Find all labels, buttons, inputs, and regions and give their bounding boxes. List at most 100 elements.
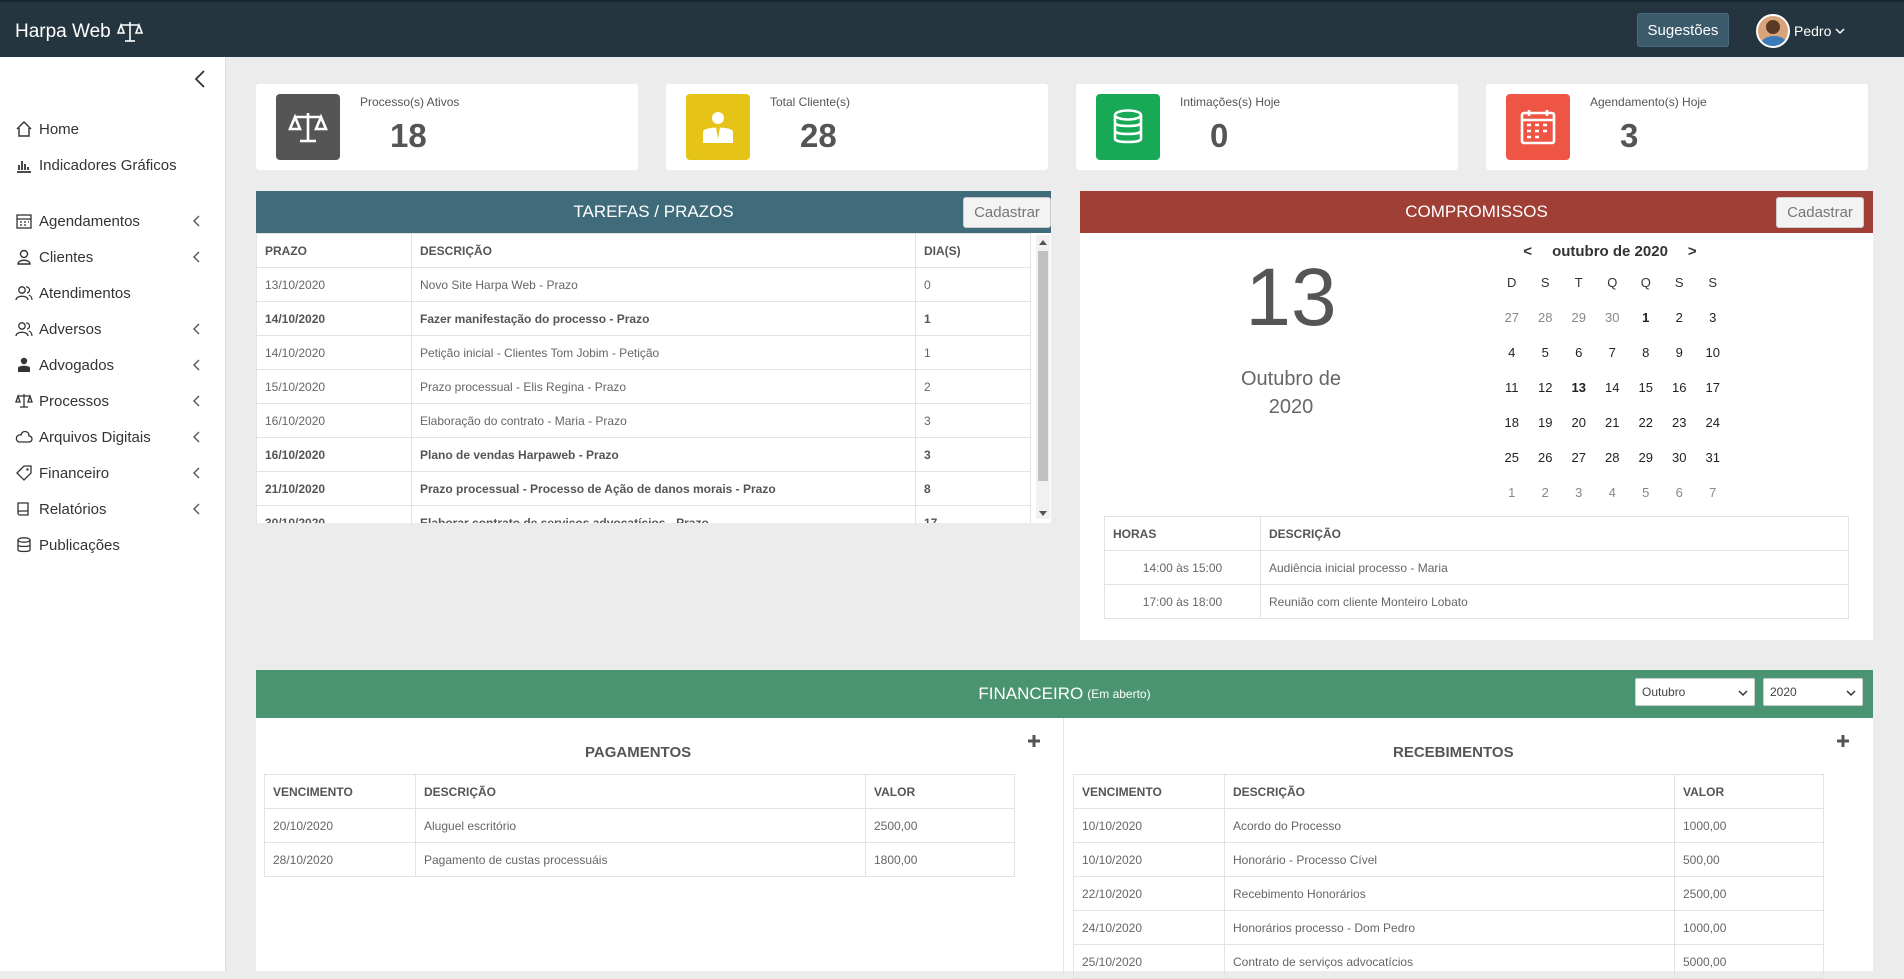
table-row[interactable]: 10/10/2020 Acordo do Processo 1000,00 bbox=[1073, 808, 1824, 843]
sidebar-item-advogados[interactable]: Advogados bbox=[0, 347, 226, 383]
sidebar-item-arquivos-digitais[interactable]: Arquivos Digitais bbox=[0, 419, 226, 455]
calendar-day[interactable]: 29 bbox=[1562, 300, 1596, 335]
calendar-day[interactable]: 5 bbox=[1629, 475, 1663, 510]
calendar-day[interactable]: 25 bbox=[1495, 440, 1529, 475]
calendar-day[interactable]: 12 bbox=[1529, 370, 1563, 405]
table-row[interactable]: 15/10/2020 Prazo processual - Elis Regina… bbox=[256, 369, 1031, 404]
calendar-day[interactable]: 16 bbox=[1663, 370, 1697, 405]
calendar-day[interactable]: 21 bbox=[1596, 405, 1630, 440]
year-select[interactable]: 2020 bbox=[1763, 678, 1863, 706]
user-menu[interactable]: Pedro bbox=[1756, 14, 1845, 48]
table-row[interactable]: 24/10/2020 Honorários processo - Dom Pedr… bbox=[1073, 910, 1824, 945]
sidebar-item-adversos[interactable]: Adversos bbox=[0, 311, 226, 347]
calendar-day[interactable]: 6 bbox=[1663, 475, 1697, 510]
cell-descricao: Acordo do Processo bbox=[1224, 808, 1675, 843]
brand-logo[interactable]: Harpa Web bbox=[15, 19, 143, 45]
sidebar-item-agendamentos[interactable]: Agendamentos bbox=[0, 203, 226, 239]
stat-card[interactable]: Processo(s) Ativos 18 bbox=[256, 84, 638, 170]
sidebar-item-home[interactable]: Home bbox=[0, 111, 226, 147]
tarefas-cadastrar-button[interactable]: Cadastrar bbox=[963, 197, 1051, 228]
scroll-thumb[interactable] bbox=[1038, 251, 1048, 481]
calendar-next-button[interactable]: > bbox=[1688, 243, 1697, 260]
suggestions-button[interactable]: Sugestões bbox=[1637, 13, 1729, 47]
calendar-day[interactable]: 14 bbox=[1596, 370, 1630, 405]
calendar-day[interactable]: 30 bbox=[1596, 300, 1630, 335]
calendar-day[interactable]: 2 bbox=[1529, 475, 1563, 510]
table-row[interactable]: 25/10/2020 Contrato de serviços advocatíc… bbox=[1073, 944, 1824, 979]
sidebar-item-atendimentos[interactable]: Atendimentos bbox=[0, 275, 226, 311]
tarefas-table-wrapper[interactable]: PRAZO DESCRIÇÃO DIA(S) 13/10/2020 Novo Si… bbox=[256, 233, 1031, 523]
stat-value: 18 bbox=[390, 117, 427, 154]
calendar-day[interactable]: 8 bbox=[1629, 335, 1663, 370]
chevron-left-icon bbox=[193, 323, 200, 335]
calendar-day[interactable]: 28 bbox=[1529, 300, 1563, 335]
sidebar-item-financeiro[interactable]: Financeiro bbox=[0, 455, 226, 491]
calendar-day[interactable]: 7 bbox=[1596, 335, 1630, 370]
cell-descricao: Plano de vendas Harpaweb - Prazo bbox=[411, 437, 916, 472]
table-row[interactable]: 30/10/2020 Elaborar contrato de serviços … bbox=[256, 505, 1031, 523]
stat-card[interactable]: Total Cliente(s) 28 bbox=[666, 84, 1048, 170]
calendar-day[interactable]: 27 bbox=[1562, 440, 1596, 475]
table-row[interactable]: 28/10/2020 Pagamento de custas processuái… bbox=[264, 842, 1015, 877]
calendar-day[interactable]: 11 bbox=[1495, 370, 1529, 405]
scroll-down-icon[interactable] bbox=[1039, 511, 1047, 516]
table-row[interactable]: 17:00 às 18:00 Reunião com cliente Montei… bbox=[1104, 584, 1849, 619]
sidebar-item-processos[interactable]: Processos bbox=[0, 383, 226, 419]
calendar-day[interactable]: 18 bbox=[1495, 405, 1529, 440]
compromissos-cadastrar-button[interactable]: Cadastrar bbox=[1776, 197, 1864, 228]
scroll-up-icon[interactable] bbox=[1039, 240, 1047, 245]
calendar-day[interactable]: 1 bbox=[1629, 300, 1663, 335]
table-row[interactable]: 14/10/2020 Fazer manifestação do processo… bbox=[256, 301, 1031, 336]
calendar-prev-button[interactable]: < bbox=[1523, 243, 1532, 260]
calendar-day[interactable]: 5 bbox=[1529, 335, 1563, 370]
sidebar-item-relat-rios[interactable]: Relatórios bbox=[0, 491, 226, 527]
calendar-day[interactable]: 24 bbox=[1696, 405, 1730, 440]
calendar-day[interactable]: 4 bbox=[1596, 475, 1630, 510]
sidebar-item-indicadores-gr-ficos[interactable]: Indicadores Gráficos bbox=[0, 147, 226, 183]
table-row[interactable]: 14:00 às 15:00 Audiência inicial processo… bbox=[1104, 550, 1849, 585]
sidebar-item-publica-es[interactable]: Publicações bbox=[0, 527, 226, 563]
calendar-day[interactable]: 19 bbox=[1529, 405, 1563, 440]
calendar-day[interactable]: 26 bbox=[1529, 440, 1563, 475]
table-row[interactable]: 16/10/2020 Elaboração do contrato - Maria… bbox=[256, 403, 1031, 438]
calendar-day[interactable]: 13 bbox=[1562, 370, 1596, 405]
calendar-day[interactable]: 29 bbox=[1629, 440, 1663, 475]
compromissos-table-wrapper: HORAS DESCRIÇÃO 14:00 às 15:00 Audiência … bbox=[1104, 516, 1849, 619]
table-row[interactable]: 20/10/2020 Aluguel escritório 2500,00 bbox=[264, 808, 1015, 843]
table-row[interactable]: 13/10/2020 Novo Site Harpa Web - Prazo 0 bbox=[256, 267, 1031, 302]
table-row[interactable]: 14/10/2020 Petição inicial - Clientes Tom… bbox=[256, 335, 1031, 370]
calendar-day[interactable]: 7 bbox=[1696, 475, 1730, 510]
table-row[interactable]: 21/10/2020 Prazo processual - Processo de… bbox=[256, 471, 1031, 506]
table-row[interactable]: 16/10/2020 Plano de vendas Harpaweb - Pra… bbox=[256, 437, 1031, 472]
calendar-day[interactable]: 31 bbox=[1696, 440, 1730, 475]
calendar-day[interactable]: 28 bbox=[1596, 440, 1630, 475]
calendar-day[interactable]: 4 bbox=[1495, 335, 1529, 370]
calendar-day[interactable]: 17 bbox=[1696, 370, 1730, 405]
calendar-day[interactable]: 30 bbox=[1663, 440, 1697, 475]
calendar-day[interactable]: 1 bbox=[1495, 475, 1529, 510]
month-select[interactable]: Outubro bbox=[1635, 678, 1755, 706]
collapse-sidebar-icon[interactable] bbox=[192, 69, 208, 89]
calendar-day[interactable]: 20 bbox=[1562, 405, 1596, 440]
calendar-day[interactable]: 23 bbox=[1663, 405, 1697, 440]
table-row[interactable]: 22/10/2020 Recebimento Honorários 2500,00 bbox=[1073, 876, 1824, 911]
calendar-day[interactable]: 9 bbox=[1663, 335, 1697, 370]
pagamentos-title: PAGAMENTOS bbox=[585, 744, 692, 761]
table-row[interactable]: 10/10/2020 Honorário - Processo Cível 500,… bbox=[1073, 842, 1824, 877]
add-recebimento-icon[interactable] bbox=[1836, 734, 1850, 748]
calendar-day[interactable]: 3 bbox=[1562, 475, 1596, 510]
calendar-day[interactable]: 6 bbox=[1562, 335, 1596, 370]
calendar-day[interactable]: 3 bbox=[1696, 300, 1730, 335]
selected-month: Outubro de 2020 bbox=[1211, 365, 1371, 421]
tarefas-scrollbar[interactable] bbox=[1036, 235, 1050, 519]
stat-card[interactable]: Agendamento(s) Hoje 3 bbox=[1486, 84, 1868, 170]
calendar-day[interactable]: 27 bbox=[1495, 300, 1529, 335]
calendar-day[interactable]: 10 bbox=[1696, 335, 1730, 370]
add-pagamento-icon[interactable] bbox=[1027, 734, 1041, 748]
sidebar-item-clientes[interactable]: Clientes bbox=[0, 239, 226, 275]
calendar-day[interactable]: 2 bbox=[1663, 300, 1697, 335]
calendar-day[interactable]: 22 bbox=[1629, 405, 1663, 440]
bar-chart-icon bbox=[14, 156, 34, 174]
calendar-day[interactable]: 15 bbox=[1629, 370, 1663, 405]
stat-card[interactable]: Intimações(s) Hoje 0 bbox=[1076, 84, 1458, 170]
